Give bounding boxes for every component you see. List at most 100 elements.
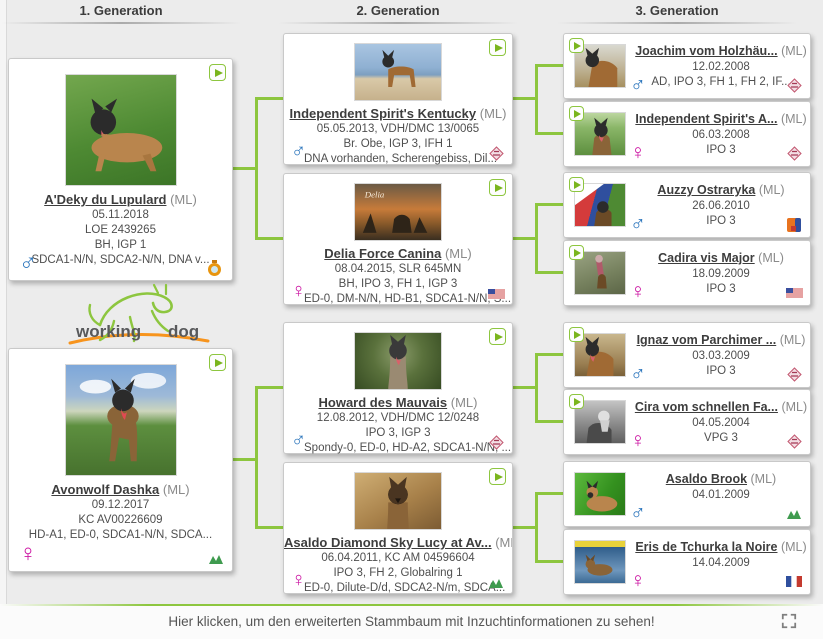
dog-photo[interactable] xyxy=(574,540,626,584)
dog-photo[interactable] xyxy=(574,472,626,516)
breed-abbrev: (ML) xyxy=(759,183,785,197)
male-icon: ♂ xyxy=(291,430,306,450)
connector-line xyxy=(535,560,563,563)
pedigree-card-adeky[interactable]: A'Deky du Lupulard (ML) 05.11.2018 LOE 2… xyxy=(8,58,233,281)
birthdate: 06.03.2008 xyxy=(632,128,810,143)
extended-pedigree-hint[interactable]: Hier klicken, um den erweiterten Stammba… xyxy=(0,614,823,629)
dog-name-link[interactable]: Independent Spirit's Kentucky xyxy=(290,106,477,121)
play-video-button[interactable] xyxy=(569,38,584,53)
dog-photo[interactable] xyxy=(354,332,442,390)
play-icon xyxy=(495,473,503,481)
play-icon xyxy=(495,184,503,192)
pedigree-card-independent-spirits-a[interactable]: Independent Spirit's A... (ML) 06.03.200… xyxy=(563,101,811,167)
dog-photo[interactable] xyxy=(65,74,177,186)
header-underline xyxy=(1,22,241,24)
dog-silhouette-icon: Delia xyxy=(355,184,441,241)
pedigree-card-delia[interactable]: Delia Delia Force Canina (ML) 08.04.2015… xyxy=(283,173,513,305)
dog-name-link[interactable]: Auzzy Ostraryka xyxy=(657,183,755,197)
play-video-button[interactable] xyxy=(489,328,506,345)
play-icon xyxy=(574,181,581,189)
breed-abbrev: (ML) xyxy=(781,540,807,554)
health-results: SDCA1-N/N, SDCA2-N/N, DNA v... xyxy=(9,253,232,268)
usa-flag-icon xyxy=(487,286,505,301)
dmc-club-logo-icon xyxy=(487,146,505,161)
play-video-button[interactable] xyxy=(209,64,226,81)
dog-name-link[interactable]: Cadira vis Major xyxy=(658,251,755,265)
dog-name-link[interactable]: A'Deky du Lupulard xyxy=(44,192,166,207)
pedigree-card-ignaz[interactable]: Ignaz vom Parchimer ... (ML) 03.03.2009 … xyxy=(563,322,811,388)
dog-silhouette-icon xyxy=(66,365,176,475)
female-icon: ♀ xyxy=(630,142,646,163)
dog-name-link[interactable]: Asaldo Brook xyxy=(666,472,747,486)
dog-photo[interactable] xyxy=(354,472,442,530)
play-video-button[interactable] xyxy=(209,354,226,371)
titles: IPO 3, FH 2, Globalring 1 xyxy=(284,566,512,581)
breed-abbrev: (ML) xyxy=(758,251,784,265)
breed-abbrev: (ML) xyxy=(781,44,807,58)
generation-header-3: 3. Generation xyxy=(557,3,797,24)
header-underline xyxy=(278,22,518,24)
play-video-button[interactable] xyxy=(569,245,584,260)
pedigree-card-eris[interactable]: Eris de Tchurka la Noire (ML) 14.04.2009… xyxy=(563,529,811,595)
connector-line xyxy=(535,353,563,356)
dog-photo[interactable]: Delia xyxy=(354,183,442,241)
health-results: Spondy-0, ED-0, HD-A2, SDCA1-N/N, ... xyxy=(284,441,512,456)
play-video-button[interactable] xyxy=(569,106,584,121)
pedigree-card-auzzy[interactable]: Auzzy Ostraryka (ML) 26.06.2010 IPO 3 ♂ xyxy=(563,172,811,238)
pedigree-card-howard[interactable]: Howard des Mauvais (ML) 12.08.2012, VDH/… xyxy=(283,322,513,454)
pedigree-card-joachim[interactable]: Joachim vom Holzhäu... (ML) 12.02.2008 A… xyxy=(563,33,811,99)
dog-name-link[interactable]: Avonwolf Dashka xyxy=(51,482,159,497)
female-icon: ♀ xyxy=(630,570,646,591)
dog-name-link[interactable]: Ignaz vom Parchimer ... xyxy=(637,333,777,347)
pedigree-card-asaldo-brook[interactable]: Asaldo Brook (ML) 04.01.2009 ♂ xyxy=(563,461,811,527)
play-video-button[interactable] xyxy=(489,179,506,196)
birthdate: 03.03.2009 xyxy=(632,349,810,364)
extended-pedigree-bar[interactable]: Hier klicken, um den erweiterten Stammba… xyxy=(0,604,823,639)
dog-name-link[interactable]: Joachim vom Holzhäu... xyxy=(635,44,777,58)
play-video-button[interactable] xyxy=(489,468,506,485)
female-icon: ♀ xyxy=(19,542,37,566)
connector-line xyxy=(255,97,283,100)
dmc-club-logo-icon xyxy=(785,146,803,161)
play-icon xyxy=(574,331,581,339)
connector-line xyxy=(255,237,283,240)
pedigree-card-avonwolf[interactable]: Avonwolf Dashka (ML) 09.12.2017 KC AV002… xyxy=(8,348,233,572)
dog-name-link[interactable]: Cira vom schnellen Fa... xyxy=(635,400,778,414)
birthdate: 04.01.2009 xyxy=(632,488,810,503)
dog-silhouette-icon xyxy=(575,541,625,583)
kennel-logo-icon xyxy=(207,551,225,566)
dog-name-link[interactable]: Independent Spirit's A... xyxy=(635,112,777,126)
pedigree-card-cira[interactable]: Cira vom schnellen Fa... (ML) 04.05.2004… xyxy=(563,389,811,455)
pedigree-card-kentucky[interactable]: Independent Spirit's Kentucky (ML) 05.05… xyxy=(283,33,513,165)
titles: IPO 3 xyxy=(632,364,810,379)
fullscreen-expand-icon[interactable] xyxy=(781,613,797,629)
play-video-button[interactable] xyxy=(569,327,584,342)
connector-line xyxy=(535,203,563,206)
panel-edge xyxy=(0,0,7,639)
pedigree-card-cadira[interactable]: Cadira vis Major (ML) 18.09.2009 IPO 3 ♀ xyxy=(563,240,811,306)
dog-name-link[interactable]: Eris de Tchurka la Noire xyxy=(635,540,777,554)
connector-line xyxy=(535,203,538,274)
dog-photo[interactable] xyxy=(65,364,177,476)
stopwatch-badge-icon xyxy=(208,260,223,275)
play-video-button[interactable] xyxy=(569,177,584,192)
header-underline xyxy=(557,22,797,24)
svg-text:Delia: Delia xyxy=(364,190,385,200)
dog-name-link[interactable]: Delia Force Canina xyxy=(324,246,441,261)
dog-name-link[interactable]: Howard des Mauvais xyxy=(319,395,448,410)
play-video-button[interactable] xyxy=(569,394,584,409)
dog-name-link[interactable]: Asaldo Diamond Sky Lucy at Av... xyxy=(284,535,492,550)
registration-number: LOE 2439265 xyxy=(9,223,232,238)
titles: IPO 3 xyxy=(632,282,810,297)
dmc-club-logo-icon xyxy=(785,367,803,382)
female-icon: ♀ xyxy=(291,281,306,301)
registration-number: KC AV00226609 xyxy=(9,513,232,528)
pedigree-card-asaldo-diamond[interactable]: Asaldo Diamond Sky Lucy at Av... (ML) 06… xyxy=(283,462,513,594)
play-video-button[interactable] xyxy=(489,39,506,56)
play-icon xyxy=(495,333,503,341)
male-icon: ♂ xyxy=(19,251,37,275)
titles: IPO 3 xyxy=(632,143,810,158)
connector-line xyxy=(255,97,258,240)
birthdate: 09.12.2017 xyxy=(9,498,232,513)
dog-photo[interactable] xyxy=(354,43,442,101)
